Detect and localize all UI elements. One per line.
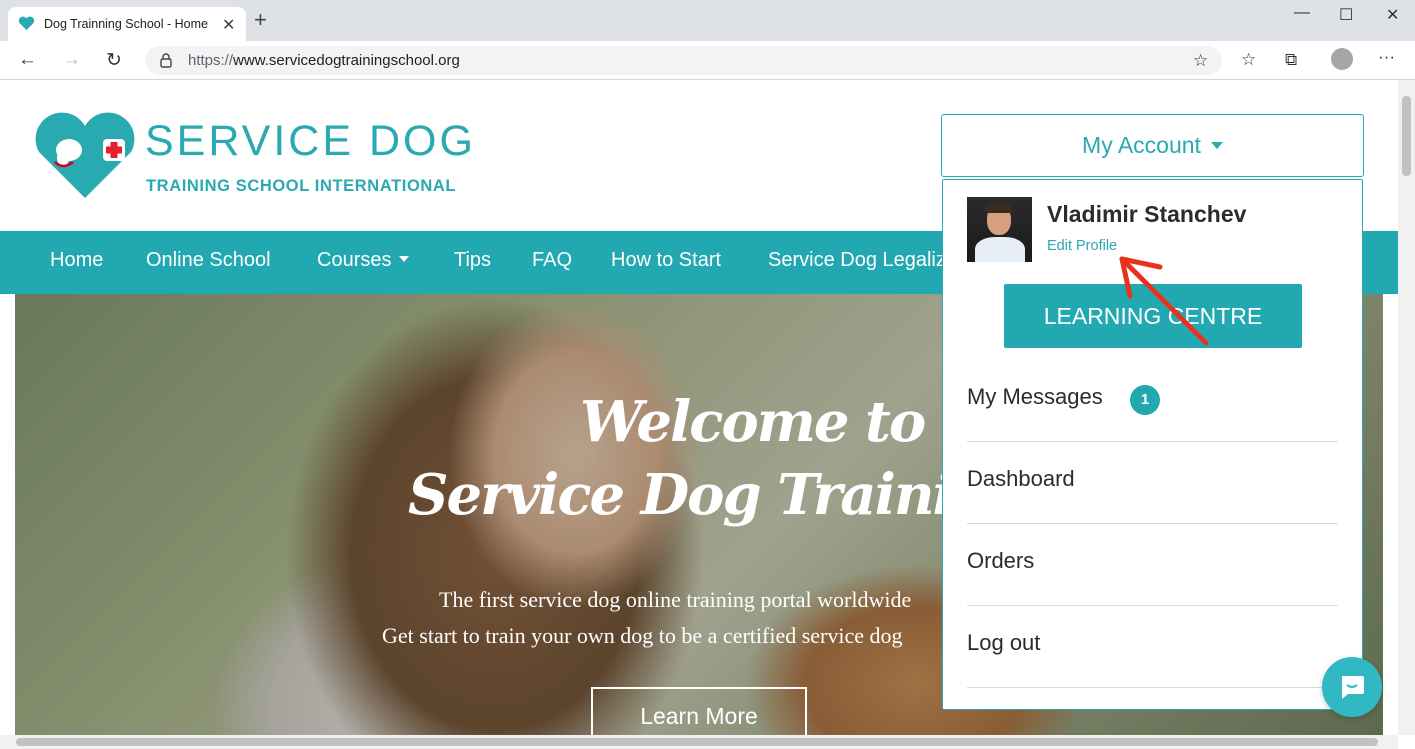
browser-tab-bar: Dog Trainning School - Home ✕ + — ☐ ✕: [0, 0, 1415, 41]
user-name: Vladimir Stanchev: [1047, 201, 1247, 227]
reload-icon[interactable]: ↻: [106, 49, 122, 72]
nav-item-faq[interactable]: FAQ: [532, 249, 572, 272]
back-icon[interactable]: ←: [18, 49, 37, 71]
address-bar: ← → ↻ https://www.servicedogtrainingscho…: [0, 41, 1415, 80]
brand-title: SERVICE DOG: [145, 117, 476, 165]
menu-item-my-messages[interactable]: My Messages 1: [967, 360, 1338, 442]
nav-item-online-school[interactable]: Online School: [146, 249, 271, 272]
learn-more-button[interactable]: Learn More: [591, 687, 807, 735]
nav-item-how-to-start[interactable]: How to Start: [611, 249, 721, 272]
messages-count-badge: 1: [1130, 385, 1160, 415]
hero-text-line1: The first service dog online training po…: [439, 587, 912, 612]
edit-profile-link[interactable]: Edit Profile: [1047, 238, 1117, 254]
annotation-arrow-icon: [1119, 256, 1209, 346]
forward-icon[interactable]: →: [62, 49, 81, 71]
hero-heading-line1: Welcome to: [580, 389, 926, 455]
chat-widget-button[interactable]: [1322, 657, 1382, 717]
vertical-scrollbar[interactable]: [1398, 80, 1415, 735]
window-close-icon[interactable]: ✕: [1386, 5, 1399, 25]
more-icon[interactable]: ···: [1378, 47, 1395, 67]
hero-text-line2: Get start to train your own dog to be a …: [382, 623, 903, 648]
paw-heart-favicon: [18, 16, 35, 30]
caret-down-icon: [399, 256, 410, 262]
nav-item-courses[interactable]: Courses: [317, 249, 410, 272]
collections-icon[interactable]: ⧉: [1285, 50, 1297, 70]
menu-item-label: Orders: [967, 548, 1035, 573]
add-favorite-icon[interactable]: ☆: [1193, 51, 1208, 71]
menu-item-label: Dashboard: [967, 466, 1075, 491]
chat-bubble-icon: [1342, 676, 1364, 699]
tab-title: Dog Trainning School - Home: [44, 17, 208, 31]
avatar[interactable]: [967, 197, 1032, 262]
brand-subtitle: TRAINING SCHOOL INTERNATIONAL: [146, 177, 457, 195]
nav-item-tips[interactable]: Tips: [454, 249, 491, 272]
my-account-label: My Account: [942, 132, 1363, 159]
profile-icon[interactable]: [1331, 48, 1353, 70]
my-account-button[interactable]: My Account: [941, 114, 1364, 177]
url-text: https://www.servicedogtrainingschool.org: [188, 52, 460, 69]
favorites-icon[interactable]: ☆: [1241, 50, 1256, 70]
minimize-icon[interactable]: —: [1294, 4, 1310, 22]
url-field[interactable]: https://www.servicedogtrainingschool.org…: [145, 46, 1222, 75]
browser-tab[interactable]: Dog Trainning School - Home ✕: [8, 7, 246, 41]
learn-more-label: Learn More: [640, 703, 758, 729]
lock-icon[interactable]: [160, 53, 172, 68]
menu-item-label: Log out: [967, 630, 1041, 655]
menu-item-orders[interactable]: Orders: [967, 524, 1338, 606]
menu-item-dashboard[interactable]: Dashboard: [967, 442, 1338, 524]
caret-down-icon: [1210, 142, 1223, 149]
logo-heart-icon[interactable]: [33, 112, 138, 200]
new-tab-icon[interactable]: +: [254, 9, 267, 31]
horizontal-scrollbar[interactable]: [0, 735, 1398, 749]
menu-item-log-out[interactable]: Log out: [967, 606, 1338, 688]
nav-item-home[interactable]: Home: [50, 249, 103, 272]
maximize-icon[interactable]: ☐: [1339, 5, 1353, 25]
menu-item-label: My Messages: [967, 384, 1103, 409]
close-icon[interactable]: ✕: [222, 15, 235, 35]
web-page: SERVICE DOG TRAINING SCHOOL INTERNATIONA…: [0, 80, 1398, 735]
